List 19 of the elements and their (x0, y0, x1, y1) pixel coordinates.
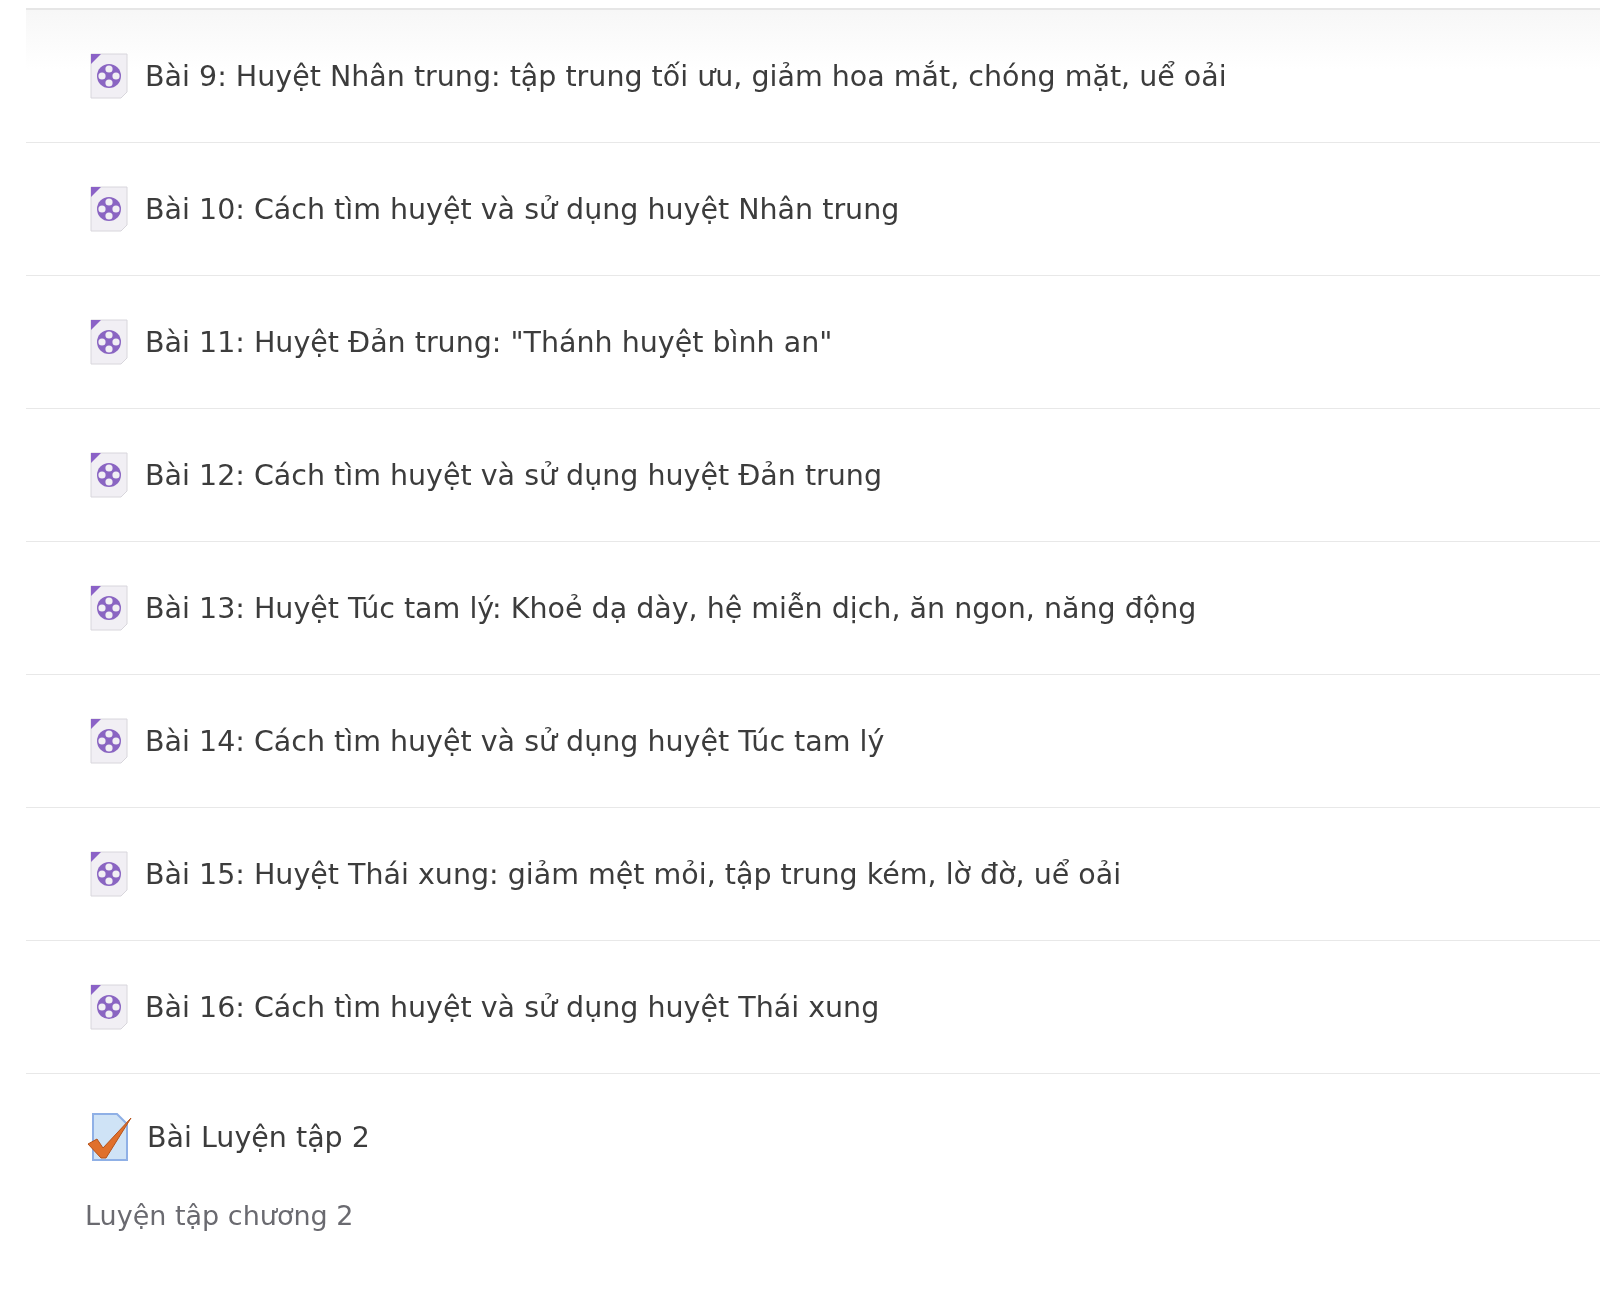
video-file-icon (87, 318, 131, 366)
activity-link[interactable]: Bài 13: Huyệt Túc tam lý: Khoẻ dạ dày, hệ miễn dịch, ăn ngon, năng động (145, 591, 1197, 625)
quiz-checkmark-icon (87, 1112, 133, 1162)
video-file-icon (87, 584, 131, 632)
video-file-icon (87, 983, 131, 1031)
activity-description: Luyện tập chương 2 (85, 1200, 355, 1231)
activity-link[interactable]: Bài 16: Cách tìm huyệt và sử dụng huyệt Thái xung (145, 990, 880, 1024)
video-file-icon (87, 850, 131, 898)
activity-link[interactable]: Bài 12: Cách tìm huyệt và sử dụng huyệt Đản trung (145, 458, 883, 492)
video-file-icon (87, 451, 131, 499)
activity-link[interactable]: Bài 11: Huyệt Đản trung: "Thánh huyệt bình an" (145, 325, 833, 359)
video-file-icon (87, 185, 131, 233)
video-file-icon (87, 52, 131, 100)
video-file-icon (87, 717, 131, 765)
activity-link[interactable]: Bài 9: Huyệt Nhân trung: tập trung tối ưu, giảm hoa mắt, chóng mặt, uể oải (145, 59, 1227, 93)
activity-link[interactable]: Bài 14: Cách tìm huyệt và sử dụng huyệt Túc tam lý (145, 724, 885, 758)
activity-link[interactable]: Bài 15: Huyệt Thái xung: giảm mệt mỏi, tập trung kém, lờ đờ, uể oải (145, 857, 1122, 891)
activity-link[interactable]: Bài Luyện tập 2 (147, 1120, 370, 1154)
activity-link[interactable]: Bài 10: Cách tìm huyệt và sử dụng huyệt Nhân trung (145, 192, 900, 226)
